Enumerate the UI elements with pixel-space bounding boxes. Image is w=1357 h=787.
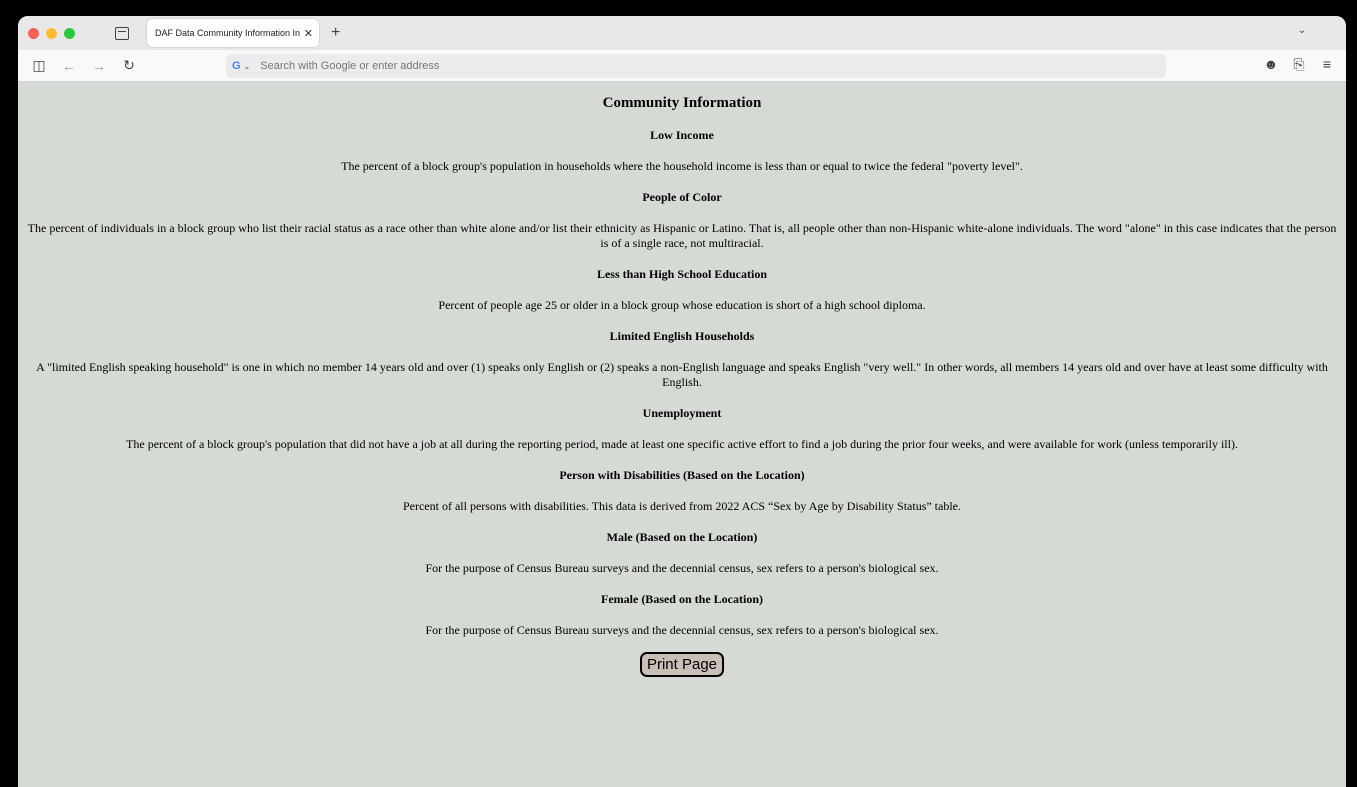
back-icon[interactable]: ← — [60, 58, 78, 74]
section-heading-disabilities: Person with Disabilities (Based on the L… — [559, 468, 805, 482]
section-text-people-of-color: The percent of individuals in a block gr… — [27, 221, 1337, 250]
section-heading-education: Less than High School Education — [596, 267, 768, 281]
page-content: Community Information Low Income The per… — [18, 83, 1346, 787]
extensions-icon[interactable]: ⎘ — [1290, 56, 1308, 73]
maximize-window-button[interactable] — [64, 27, 75, 39]
chevron-down-icon[interactable]: ⌄ — [1298, 25, 1306, 36]
tab-title: DAF Data Community Information In — [155, 28, 300, 38]
section-heading-people-of-color: People of Color — [642, 190, 722, 204]
navigation-bar: ◫ ← → ↻ G ⌄ ☻ ⎘ ≡ — [18, 50, 1346, 82]
account-icon[interactable]: ☻ — [1262, 56, 1280, 73]
section-text-female: For the purpose of Census Bureau surveys… — [425, 623, 939, 637]
print-page-button[interactable]: Print Page — [639, 652, 725, 677]
page-title: Community Information — [602, 95, 762, 111]
menu-icon[interactable]: ≡ — [1318, 56, 1336, 73]
search-engine-icon[interactable]: G — [232, 60, 241, 72]
toolbar-icons: ☻ ⎘ ≡ — [1262, 56, 1336, 73]
section-heading-female: Female (Based on the Location) — [601, 592, 763, 606]
section-heading-male: Male (Based on the Location) — [606, 530, 758, 544]
address-bar[interactable]: G ⌄ — [226, 54, 1166, 78]
section-text-limited-english: A "limited English speaking household" i… — [36, 360, 1328, 389]
forward-icon[interactable]: → — [90, 58, 108, 74]
tab-bar: DAF Data Community Information In ✕ + ⌄ — [18, 16, 1346, 50]
browser-window: DAF Data Community Information In ✕ + ⌄ … — [18, 16, 1346, 787]
section-text-education: Percent of people age 25 or older in a b… — [438, 298, 926, 312]
sidebar-icon[interactable]: ◫ — [30, 57, 48, 74]
chevron-down-icon[interactable]: ⌄ — [244, 62, 251, 71]
new-tab-button[interactable]: + — [331, 24, 340, 42]
section-text-low-income: The percent of a block group's populatio… — [341, 159, 1023, 173]
section-text-unemployment: The percent of a block group's populatio… — [126, 437, 1238, 451]
window-controls — [28, 27, 75, 39]
section-text-disabilities: Percent of all persons with disabilities… — [402, 499, 962, 513]
browser-tab[interactable]: DAF Data Community Information In ✕ — [147, 19, 319, 47]
section-text-male: For the purpose of Census Bureau surveys… — [425, 561, 939, 575]
minimize-window-button[interactable] — [46, 27, 57, 39]
close-tab-icon[interactable]: ✕ — [304, 27, 313, 40]
reload-icon[interactable]: ↻ — [120, 57, 138, 74]
address-input[interactable] — [260, 60, 1121, 72]
close-window-button[interactable] — [28, 27, 39, 39]
section-heading-unemployment: Unemployment — [642, 406, 722, 420]
section-heading-low-income: Low Income — [650, 128, 714, 142]
section-heading-limited-english: Limited English Households — [609, 329, 755, 343]
tab-overview-icon[interactable] — [115, 26, 129, 40]
